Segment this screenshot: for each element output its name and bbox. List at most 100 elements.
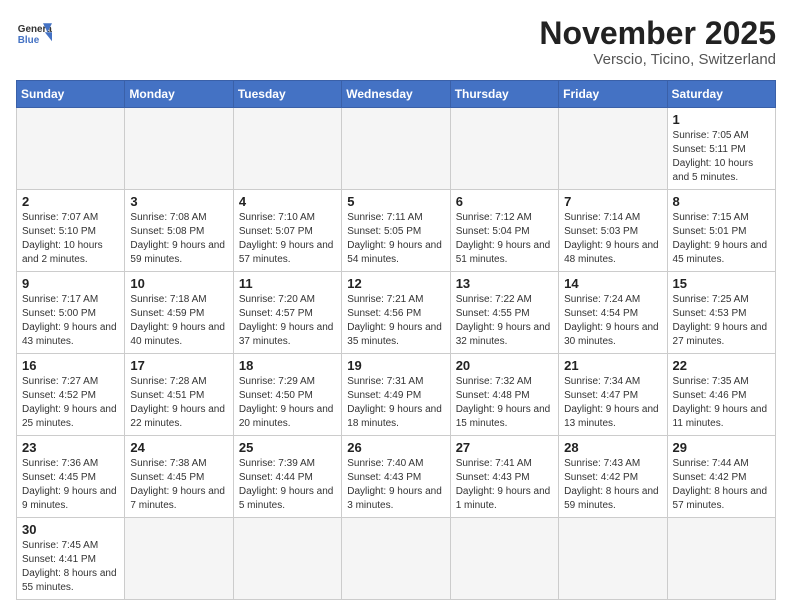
svg-text:Blue: Blue — [18, 35, 40, 46]
day-info: Sunrise: 7:43 AMSunset: 4:42 PMDaylight:… — [564, 457, 661, 513]
weekday-header-tuesday: Tuesday — [233, 81, 341, 108]
calendar-cell — [233, 108, 341, 190]
calendar-cell: 8Sunrise: 7:15 AMSunset: 5:01 PMDaylight… — [667, 190, 775, 272]
calendar-cell — [233, 518, 341, 600]
calendar-cell — [559, 108, 667, 190]
day-info: Sunrise: 7:08 AMSunset: 5:08 PMDaylight:… — [130, 211, 227, 267]
day-info: Sunrise: 7:18 AMSunset: 4:59 PMDaylight:… — [130, 293, 227, 349]
day-info: Sunrise: 7:44 AMSunset: 4:42 PMDaylight:… — [673, 457, 770, 513]
calendar-cell: 11 Sunrise: 7:20 AMSunset: 4:57 PMDayligh… — [233, 272, 341, 354]
week-row-5: 23 Sunrise: 7:36 AMSunset: 4:45 PMDayligh… — [17, 436, 776, 518]
calendar-cell — [667, 518, 775, 600]
day-info: Sunrise: 7:35 AMSunset: 4:46 PMDaylight:… — [673, 375, 770, 431]
logo: General Blue — [16, 16, 52, 52]
day-number: 9 — [22, 276, 119, 291]
calendar-cell: 23 Sunrise: 7:36 AMSunset: 4:45 PMDayligh… — [17, 436, 125, 518]
day-info: Sunrise: 7:05 AMSunset: 5:11 PMDaylight:… — [673, 129, 770, 185]
calendar-cell: 21Sunrise: 7:34 AMSunset: 4:47 PMDayligh… — [559, 354, 667, 436]
day-number: 12 — [347, 276, 444, 291]
week-row-1: 1 Sunrise: 7:05 AMSunset: 5:11 PMDaylight… — [17, 108, 776, 190]
calendar-cell: 25Sunrise: 7:39 AMSunset: 4:44 PMDayligh… — [233, 436, 341, 518]
calendar-cell: 26Sunrise: 7:40 AMSunset: 4:43 PMDayligh… — [342, 436, 450, 518]
day-number: 8 — [673, 194, 770, 209]
calendar-table: SundayMondayTuesdayWednesdayThursdayFrid… — [16, 80, 776, 600]
calendar-cell — [342, 518, 450, 600]
calendar-cell: 27 Sunrise: 7:41 AMSunset: 4:43 PMDayligh… — [450, 436, 558, 518]
day-number: 30 — [22, 522, 119, 537]
calendar-cell: 12 Sunrise: 7:21 AMSunset: 4:56 PMDayligh… — [342, 272, 450, 354]
calendar-cell: 13 Sunrise: 7:22 AMSunset: 4:55 PMDayligh… — [450, 272, 558, 354]
calendar-cell: 16Sunrise: 7:27 AMSunset: 4:52 PMDayligh… — [17, 354, 125, 436]
day-number: 18 — [239, 358, 336, 373]
calendar-cell: 30 Sunrise: 7:45 AMSunset: 4:41 PMDayligh… — [17, 518, 125, 600]
weekday-header-sunday: Sunday — [17, 81, 125, 108]
calendar-cell — [450, 518, 558, 600]
calendar-cell: 5Sunrise: 7:11 AMSunset: 5:05 PMDaylight… — [342, 190, 450, 272]
day-number: 28 — [564, 440, 661, 455]
calendar-cell: 20 Sunrise: 7:32 AMSunset: 4:48 PMDayligh… — [450, 354, 558, 436]
calendar-cell: 15 Sunrise: 7:25 AMSunset: 4:53 PMDayligh… — [667, 272, 775, 354]
calendar-cell: 18 Sunrise: 7:29 AMSunset: 4:50 PMDayligh… — [233, 354, 341, 436]
day-info: Sunrise: 7:36 AMSunset: 4:45 PMDaylight:… — [22, 457, 119, 513]
day-info: Sunrise: 7:22 AMSunset: 4:55 PMDaylight:… — [456, 293, 553, 349]
calendar-cell: 24 Sunrise: 7:38 AMSunset: 4:45 PMDayligh… — [125, 436, 233, 518]
month-title: November 2025 — [539, 16, 776, 51]
day-number: 11 — [239, 276, 336, 291]
calendar-cell — [559, 518, 667, 600]
calendar-cell: 17Sunrise: 7:28 AMSunset: 4:51 PMDayligh… — [125, 354, 233, 436]
day-number: 1 — [673, 112, 770, 127]
day-number: 27 — [456, 440, 553, 455]
day-info: Sunrise: 7:25 AMSunset: 4:53 PMDaylight:… — [673, 293, 770, 349]
calendar-cell — [450, 108, 558, 190]
general-blue-logo-icon: General Blue — [16, 16, 52, 52]
day-number: 4 — [239, 194, 336, 209]
day-info: Sunrise: 7:21 AMSunset: 4:56 PMDaylight:… — [347, 293, 444, 349]
day-number: 10 — [130, 276, 227, 291]
day-info: Sunrise: 7:38 AMSunset: 4:45 PMDaylight:… — [130, 457, 227, 513]
day-info: Sunrise: 7:12 AMSunset: 5:04 PMDaylight:… — [456, 211, 553, 267]
day-info: Sunrise: 7:41 AMSunset: 4:43 PMDaylight:… — [456, 457, 553, 513]
day-info: Sunrise: 7:45 AMSunset: 4:41 PMDaylight:… — [22, 539, 119, 595]
day-info: Sunrise: 7:07 AMSunset: 5:10 PMDaylight:… — [22, 211, 119, 267]
day-number: 20 — [456, 358, 553, 373]
day-number: 2 — [22, 194, 119, 209]
calendar-cell: 29Sunrise: 7:44 AMSunset: 4:42 PMDayligh… — [667, 436, 775, 518]
day-info: Sunrise: 7:20 AMSunset: 4:57 PMDaylight:… — [239, 293, 336, 349]
header: General Blue November 2025 Verscio, Tici… — [16, 16, 776, 68]
calendar-cell — [17, 108, 125, 190]
day-info: Sunrise: 7:32 AMSunset: 4:48 PMDaylight:… — [456, 375, 553, 431]
day-info: Sunrise: 7:17 AMSunset: 5:00 PMDaylight:… — [22, 293, 119, 349]
week-row-4: 16Sunrise: 7:27 AMSunset: 4:52 PMDayligh… — [17, 354, 776, 436]
calendar-cell: 14Sunrise: 7:24 AMSunset: 4:54 PMDayligh… — [559, 272, 667, 354]
day-number: 26 — [347, 440, 444, 455]
calendar-cell: 28 Sunrise: 7:43 AMSunset: 4:42 PMDayligh… — [559, 436, 667, 518]
day-number: 23 — [22, 440, 119, 455]
calendar-cell: 7Sunrise: 7:14 AMSunset: 5:03 PMDaylight… — [559, 190, 667, 272]
calendar-cell — [342, 108, 450, 190]
day-number: 17 — [130, 358, 227, 373]
day-info: Sunrise: 7:39 AMSunset: 4:44 PMDaylight:… — [239, 457, 336, 513]
day-info: Sunrise: 7:27 AMSunset: 4:52 PMDaylight:… — [22, 375, 119, 431]
weekday-header-monday: Monday — [125, 81, 233, 108]
day-info: Sunrise: 7:34 AMSunset: 4:47 PMDaylight:… — [564, 375, 661, 431]
day-number: 13 — [456, 276, 553, 291]
day-number: 6 — [456, 194, 553, 209]
calendar-cell: 10 Sunrise: 7:18 AMSunset: 4:59 PMDayligh… — [125, 272, 233, 354]
day-info: Sunrise: 7:31 AMSunset: 4:49 PMDaylight:… — [347, 375, 444, 431]
calendar-cell: 4 Sunrise: 7:10 AMSunset: 5:07 PMDaylight… — [233, 190, 341, 272]
title-area: November 2025 Verscio, Ticino, Switzerla… — [539, 16, 776, 68]
day-number: 5 — [347, 194, 444, 209]
week-row-3: 9 Sunrise: 7:17 AMSunset: 5:00 PMDaylight… — [17, 272, 776, 354]
week-row-6: 30 Sunrise: 7:45 AMSunset: 4:41 PMDayligh… — [17, 518, 776, 600]
calendar-cell: 1 Sunrise: 7:05 AMSunset: 5:11 PMDaylight… — [667, 108, 775, 190]
weekday-header-thursday: Thursday — [450, 81, 558, 108]
day-info: Sunrise: 7:14 AMSunset: 5:03 PMDaylight:… — [564, 211, 661, 267]
calendar-cell: 3Sunrise: 7:08 AMSunset: 5:08 PMDaylight… — [125, 190, 233, 272]
calendar-cell: 22Sunrise: 7:35 AMSunset: 4:46 PMDayligh… — [667, 354, 775, 436]
day-number: 24 — [130, 440, 227, 455]
day-number: 15 — [673, 276, 770, 291]
day-info: Sunrise: 7:29 AMSunset: 4:50 PMDaylight:… — [239, 375, 336, 431]
location-title: Verscio, Ticino, Switzerland — [539, 51, 776, 68]
calendar-cell: 19Sunrise: 7:31 AMSunset: 4:49 PMDayligh… — [342, 354, 450, 436]
day-info: Sunrise: 7:10 AMSunset: 5:07 PMDaylight:… — [239, 211, 336, 267]
